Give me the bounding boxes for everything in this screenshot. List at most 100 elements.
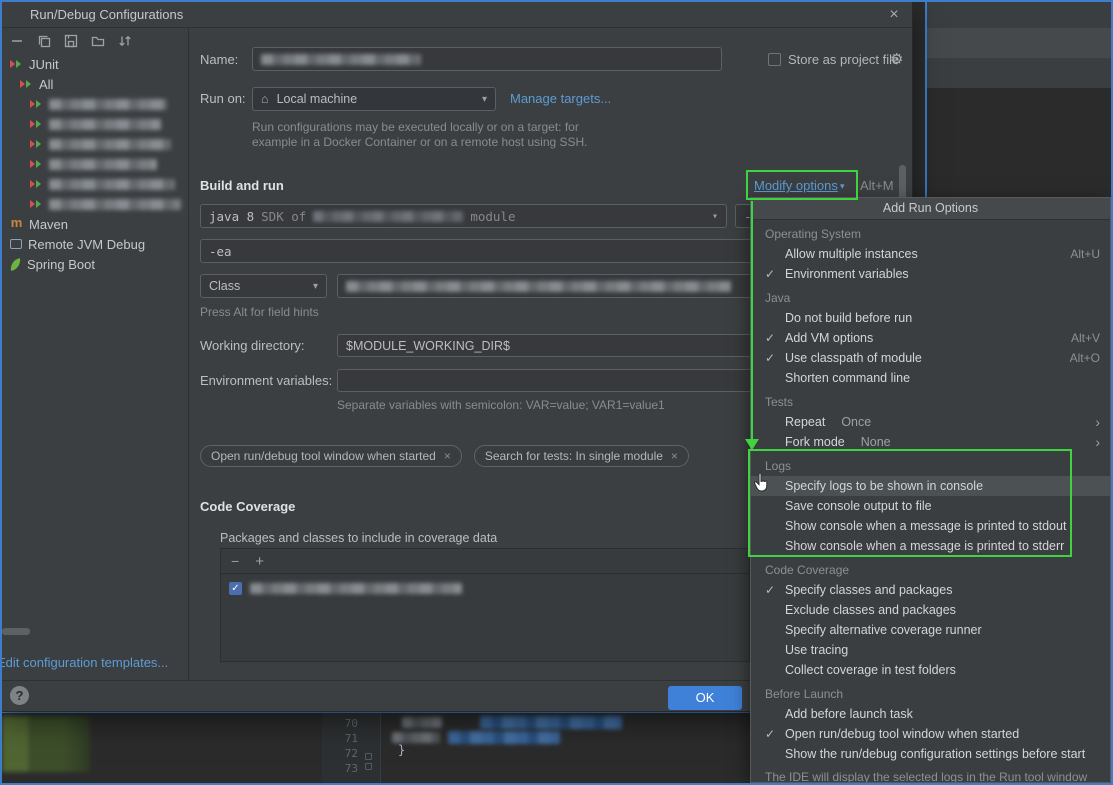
tree-item-redacted-label (49, 198, 181, 210)
menu-item-label: Shorten command line (785, 371, 911, 385)
menu-item-save-console-output-to-file[interactable]: Save console output to file (751, 496, 1110, 516)
menu-item-use-classpath-of-module[interactable]: ✓ Use classpath of module Alt+O (751, 348, 1110, 368)
house-icon: ⌂ (261, 92, 269, 106)
save-icon[interactable] (62, 32, 80, 50)
gear-icon[interactable]: ⚙ (890, 48, 903, 72)
tree-item-redacted[interactable] (2, 154, 187, 174)
remove-icon[interactable] (8, 32, 26, 50)
menu-item-open-run-debug-tool-window-when-started[interactable]: ✓ Open run/debug tool window when started (751, 724, 1110, 744)
chip-close-icon[interactable]: × (444, 449, 451, 463)
tree-item-redacted[interactable] (2, 174, 187, 194)
menu-item-do-not-build-before-run[interactable]: Do not build before run (751, 308, 1110, 328)
menu-section-tests: Tests (765, 395, 794, 409)
config-tree: JUnit All Maven Remote JVM Debug Spring Boot (2, 54, 187, 274)
tree-item-maven[interactable]: Maven (2, 214, 187, 234)
menu-item-specify-logs-to-be-shown-in-console[interactable]: Specify logs to be shown in console (751, 476, 1110, 496)
run-on-value: Local machine (276, 92, 358, 106)
menu-item-shorten-command-line[interactable]: Shorten command line (751, 368, 1110, 388)
menu-item-show-console-when-a-message-is-printed-to-[interactable]: Show console when a message is printed t… (751, 536, 1110, 556)
ok-button[interactable]: OK (668, 686, 742, 710)
tree-item-remote-jvm-debug[interactable]: Remote JVM Debug (2, 234, 187, 254)
menu-item-add-before-launch-task[interactable]: Add before launch task (751, 704, 1110, 724)
menu-item-use-tracing[interactable]: Use tracing (751, 640, 1110, 660)
editor-gutter: 70 71 72 73 (324, 716, 358, 776)
tree-item-all[interactable]: All (2, 74, 187, 94)
editor-code-selection-redacted (448, 731, 560, 744)
menu-item-label: Use tracing (785, 643, 849, 657)
chip-close-icon[interactable]: × (671, 449, 678, 463)
menu-item-label: Add before launch task (785, 707, 913, 721)
tree-item-redacted-label (49, 118, 161, 130)
dialog-titlebar[interactable]: Run/Debug Configurations × (2, 2, 912, 28)
name-label: Name: (200, 52, 239, 67)
tree-item-label: JUnit (29, 56, 59, 72)
chevron-down-icon: ▾ (312, 280, 318, 292)
coverage-row-checkbox[interactable]: ✓ (229, 582, 242, 595)
tree-item-redacted[interactable] (2, 134, 187, 154)
manage-targets-link[interactable]: Manage targets... (510, 87, 611, 111)
checkmark-icon: ✓ (765, 351, 776, 365)
menu-item-label: Open run/debug tool window when started (785, 727, 1020, 741)
menu-item-show-console-when-a-message-is-printed-to-[interactable]: Show console when a message is printed t… (751, 516, 1110, 536)
tree-item-label: Maven (29, 216, 69, 232)
line-number: 70 (344, 717, 358, 730)
background-panel-row (927, 28, 1111, 58)
screen: 70 71 72 73 } Run/Debug Configurations × (0, 0, 1113, 785)
menu-section-java: Java (765, 291, 791, 305)
run-on-select[interactable]: ⌂ Local machine ▾ (252, 87, 496, 111)
junit-icon (30, 118, 43, 130)
editor-code-selection-redacted (480, 716, 622, 729)
menu-item-specify-alternative-coverage-runner[interactable]: Specify alternative coverage runner (751, 620, 1110, 640)
menu-footer-note: The IDE will display the selected logs i… (765, 770, 1088, 783)
tree-item-redacted[interactable] (2, 114, 187, 134)
menu-item-repeat[interactable]: Repeat Once › (751, 412, 1110, 432)
menu-item-fork-mode[interactable]: Fork mode None › (751, 432, 1110, 452)
sort-icon[interactable] (116, 32, 134, 50)
tree-item-junit[interactable]: JUnit (2, 54, 187, 74)
chips-row: Open run/debug tool window when started ×… (200, 445, 689, 467)
menu-item-label: Use classpath of module (785, 351, 922, 365)
line-number: 72 (344, 747, 358, 760)
coverage-row[interactable]: ✓ (221, 574, 749, 595)
class-kind-select[interactable]: Class ▾ (200, 274, 327, 298)
menu-item-add-vm-options[interactable]: ✓ Add VM options Alt+V (751, 328, 1110, 348)
edit-configuration-templates-link[interactable]: Edit configuration templates... (2, 655, 168, 670)
junit-icon (10, 58, 23, 70)
move-to-folder-icon[interactable] (89, 32, 107, 50)
add-icon[interactable]: + (255, 553, 264, 570)
chip-open-run-debug-tool-window-when-started[interactable]: Open run/debug tool window when started × (200, 445, 462, 467)
junit-icon (30, 138, 43, 150)
menu-item-collect-coverage-in-test-folders[interactable]: Collect coverage in test folders (751, 660, 1110, 680)
vm-options-value: -ea (209, 243, 232, 259)
menu-item-exclude-classes-and-packages[interactable]: Exclude classes and packages (751, 600, 1110, 620)
remove-icon[interactable]: − (231, 553, 239, 569)
chip-search-for-tests-in-single-module[interactable]: Search for tests: In single module × (473, 445, 689, 467)
gutter-icon[interactable] (365, 753, 372, 760)
menu-item-environment-variables[interactable]: ✓ Environment variables (751, 264, 1110, 284)
menu-item-allow-multiple-instances[interactable]: Allow multiple instances Alt+U (751, 244, 1110, 264)
menu-item-show-the-run-debug-configuration-settings-[interactable]: Show the run/debug configuration setting… (751, 744, 1110, 764)
tree-item-spring-boot[interactable]: Spring Boot (2, 254, 187, 274)
jre-module-redacted (313, 210, 464, 222)
jre-select[interactable]: java 8 SDK of module ▾ (200, 204, 727, 228)
help-icon[interactable]: ? (10, 686, 29, 705)
editor-code-redacted (402, 717, 442, 728)
tree-item-redacted[interactable] (2, 94, 187, 114)
menu-item-label: Fork mode (785, 435, 845, 449)
junit-icon (20, 78, 33, 90)
copy-icon[interactable] (35, 32, 53, 50)
menu-item-label: Exclude classes and packages (785, 603, 956, 617)
name-input[interactable] (252, 47, 722, 71)
close-icon[interactable]: × (880, 2, 908, 28)
tree-horizontal-scrollbar[interactable] (2, 628, 30, 635)
tree-item-redacted[interactable] (2, 194, 187, 214)
spring-boot-icon (9, 257, 22, 271)
modify-options-link[interactable]: Modify options (754, 174, 838, 198)
menu-item-label: Repeat (785, 415, 826, 429)
menu-item-specify-classes-and-packages[interactable]: ✓ Specify classes and packages (751, 580, 1110, 600)
tree-item-label: All (39, 76, 54, 92)
menu-item-label: Add VM options (785, 331, 874, 345)
gutter-icon[interactable] (365, 763, 372, 770)
line-number: 73 (344, 762, 358, 775)
store-as-project-file-checkbox[interactable] (768, 53, 781, 66)
